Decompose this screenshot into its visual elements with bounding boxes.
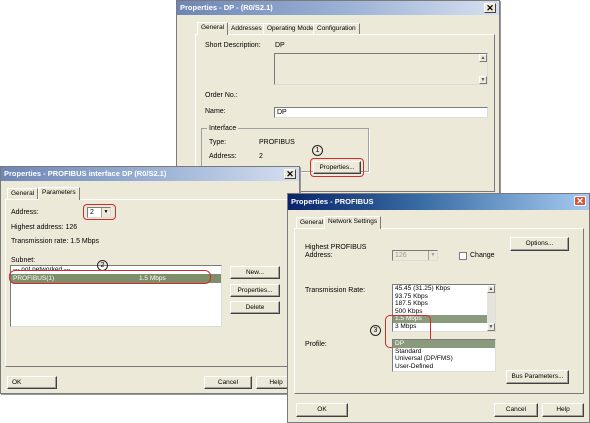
profile-label: Profile: — [305, 341, 327, 348]
rate-option[interactable]: 45.45 (31.25) Kbps — [393, 285, 495, 293]
tab-network-settings[interactable]: Network Settings — [324, 216, 382, 229]
address-highlight — [83, 204, 116, 220]
properties-highlight — [310, 158, 364, 177]
cancel-button[interactable]: Cancel — [204, 376, 252, 389]
rate-option[interactable]: 93.75 Kbps — [393, 293, 495, 301]
profile-option-selected[interactable]: DP — [393, 340, 495, 348]
name-label: Name: — [205, 108, 226, 115]
dp-window-title: Properties - DP - (R0/S2.1) — [180, 3, 273, 12]
profile-list[interactable]: DP Standard Universal (DP/FMS) User-Defi… — [392, 339, 496, 372]
highest-address-value: 126 — [395, 252, 407, 259]
callout-1: 1 — [312, 145, 323, 156]
highest-address-select[interactable]: 126 ▼ — [392, 250, 438, 261]
profibus-properties-window: Properties - PROFIBUS ✕ General Network … — [287, 193, 590, 423]
highest-address-text: Highest address: 126 — [11, 224, 78, 231]
subnet-label: Subnet: — [11, 257, 36, 264]
profile-option[interactable]: Universal (DP/FMS) — [393, 355, 495, 363]
ok-button[interactable]: OK — [7, 376, 57, 389]
type-label: Type: — [209, 139, 227, 146]
interface-address-value: 2 — [259, 153, 263, 160]
change-checkbox[interactable] — [459, 252, 467, 260]
change-label: Change — [470, 252, 495, 259]
close-icon[interactable]: ✕ — [574, 196, 586, 206]
order-no-label: Order No.: — [205, 92, 238, 99]
comment-scrollbar[interactable]: ▲ ▼ — [479, 54, 487, 84]
bus-parameters-button[interactable]: Bus Parameters... — [506, 370, 569, 384]
subnet-highlight — [9, 270, 211, 284]
profile-option[interactable]: User-Defined — [393, 363, 495, 371]
close-icon[interactable]: ✕ — [484, 3, 496, 13]
profibus-interface-window: Properties - PROFIBUS interface DP (R0/S… — [0, 166, 300, 394]
tab-general[interactable]: General — [7, 188, 39, 199]
interface-address-label: Address: — [209, 153, 237, 160]
new-subnet-button[interactable]: New... — [230, 266, 280, 279]
tab-general[interactable]: General — [197, 22, 229, 35]
profile-option[interactable]: Standard — [393, 348, 495, 356]
tab-parameters[interactable]: Parameters — [38, 187, 80, 200]
name-input[interactable]: DP — [274, 107, 488, 118]
interface-group-title: Interface — [207, 124, 239, 133]
comment-textarea[interactable]: ▲ ▼ — [274, 53, 488, 85]
cancel-button[interactable]: Cancel — [494, 403, 538, 417]
scroll-up-icon[interactable]: ▲ — [487, 285, 495, 293]
tab-general[interactable]: General — [296, 217, 328, 228]
short-description-value: DP — [275, 42, 285, 49]
highest-address-label: Highest PROFIBUS Address: — [305, 244, 367, 259]
scroll-down-icon[interactable]: ▼ — [487, 323, 495, 331]
transmission-rate-text: Transmission rate: 1.5 Mbps — [11, 238, 100, 245]
subnet-properties-button[interactable]: Properties... — [230, 284, 280, 297]
tab-operating-mode[interactable]: Operating Mode — [263, 23, 318, 34]
callout-3: 3 — [370, 325, 381, 336]
tab-addresses[interactable]: Addresses — [227, 23, 266, 34]
type-value: PROFIBUS — [259, 139, 295, 146]
interface-window-title: Properties - PROFIBUS interface DP (R0/S… — [4, 169, 167, 178]
rate-option[interactable]: 187.5 Kbps — [393, 300, 495, 308]
scroll-down-icon[interactable]: ▼ — [479, 76, 487, 84]
dp-window-titlebar[interactable]: Properties - DP - (R0/S2.1) — [177, 1, 499, 15]
rate-list-scrollbar[interactable]: ▲ ▼ — [487, 285, 495, 331]
short-description-label: Short Description: — [205, 42, 261, 49]
options-button[interactable]: Options... — [510, 237, 569, 251]
help-button[interactable]: Help — [542, 403, 584, 417]
close-icon[interactable]: ✕ — [284, 169, 296, 179]
rate-option[interactable]: 500 Kbps — [393, 308, 495, 316]
chevron-down-icon[interactable]: ▼ — [428, 251, 437, 260]
address-label: Address: — [11, 209, 39, 216]
interface-window-titlebar[interactable]: Properties - PROFIBUS interface DP (R0/S… — [1, 167, 299, 181]
ok-button[interactable]: OK — [296, 403, 348, 417]
transmission-rate-label: Transmission Rate: — [305, 287, 366, 294]
profibus-window-title: Properties - PROFIBUS — [291, 197, 374, 206]
profibus-window-titlebar[interactable]: Properties - PROFIBUS — [288, 194, 589, 210]
scroll-up-icon[interactable]: ▲ — [479, 54, 487, 62]
delete-subnet-button[interactable]: Delete — [230, 301, 280, 314]
tab-configuration[interactable]: Configuration — [313, 23, 360, 34]
